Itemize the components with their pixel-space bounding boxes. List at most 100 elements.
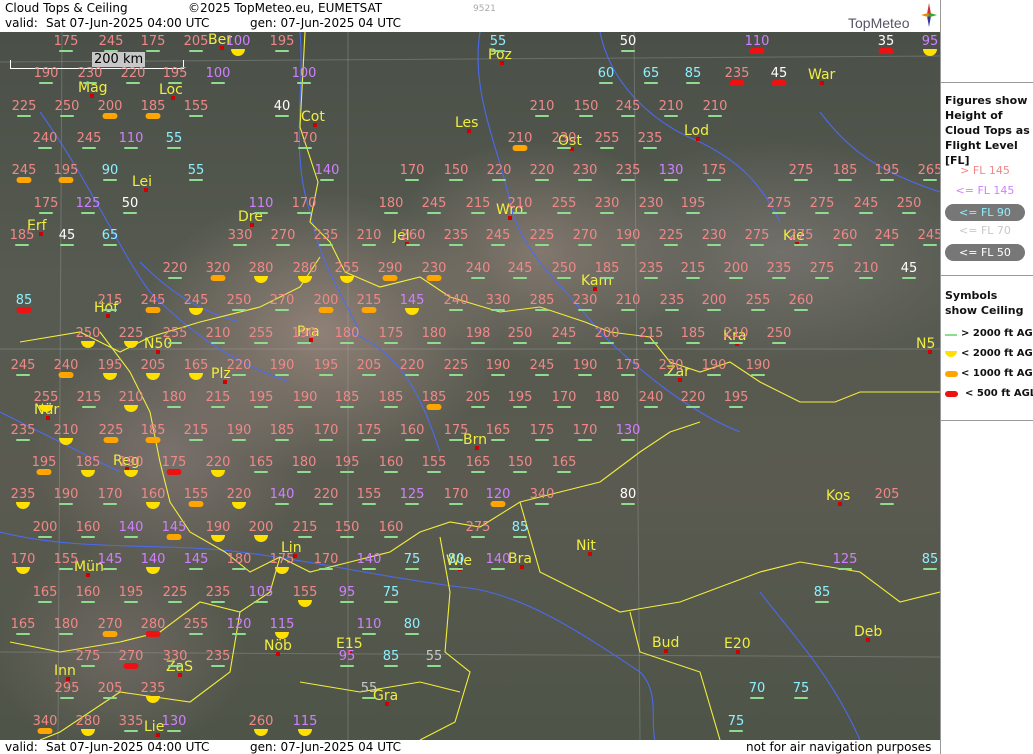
cloud-top-value: 205 (183, 34, 209, 49)
ceiling-high-symbol (405, 374, 419, 376)
ceiling-high-symbol (362, 439, 376, 441)
cloud-top-value: 245 (11, 163, 37, 178)
ceiling-high-symbol (146, 50, 160, 52)
ceiling-high-symbol (686, 212, 700, 214)
ceiling-high-symbol (600, 212, 614, 214)
generated-time: gen: 07-Jun-2025 04 UTC (250, 16, 402, 30)
cloud-top-value: 230 (701, 228, 727, 243)
ceiling-high-symbol (59, 633, 73, 635)
ceiling-high-symbol (535, 503, 549, 505)
cloud-top-value: 175 (356, 423, 382, 438)
cloud-top-value: 250 (75, 326, 101, 341)
cloud-top-value: 245 (140, 293, 166, 308)
city-label: Deb (854, 624, 883, 640)
cloud-top-value: 185 (269, 423, 295, 438)
ceiling-high-symbol (124, 601, 138, 603)
cloud-top-value: 235 (10, 423, 36, 438)
cloud-top-value: 85 (511, 520, 529, 535)
cloud-top-value: 165 (465, 455, 491, 470)
ceiling-high-symbol (167, 147, 181, 149)
cloud-top-value: 100 (205, 66, 231, 81)
cloud-top-value: 165 (485, 423, 511, 438)
ceiling-high-symbol (578, 374, 592, 376)
cloud-top-value: 210 (615, 293, 641, 308)
ceiling-high-symbol (664, 115, 678, 117)
cloud-top-value: 105 (248, 585, 274, 600)
cloud-top-value: 190 (291, 326, 317, 341)
cloud-top-value: 175 (33, 196, 59, 211)
cloud-top-value: 195 (118, 585, 144, 600)
city-label: Les (455, 115, 479, 131)
cloud-top-value: 275 (75, 649, 101, 664)
ceiling-high-symbol (491, 50, 505, 52)
cloud-top-value: 250 (54, 99, 80, 114)
ceiling-high-symbol (384, 536, 398, 538)
cloud-top-value: 245 (485, 228, 511, 243)
ceiling-high-symbol (621, 439, 635, 441)
cloud-top-value: 155 (183, 487, 209, 502)
cloud-top-value: 190 (269, 358, 295, 373)
cloud-top-value: 75 (727, 714, 745, 729)
cloud-top-value: 95 (921, 34, 939, 49)
ceiling-high-symbol (232, 309, 246, 311)
ceiling-high-symbol (275, 439, 289, 441)
tops-legend-item: <= FL 90 (945, 204, 1025, 221)
cloud-top-value: 245 (421, 196, 447, 211)
cloud-top-value: 180 (421, 326, 447, 341)
ceiling-high-symbol (168, 665, 182, 667)
ceiling-legend-label: < 2000 ft AGL (961, 348, 1033, 359)
ceiling-high-symbol (16, 633, 30, 635)
ceiling-high-symbol (621, 374, 635, 376)
cloud-top-value: 210 (205, 326, 231, 341)
ceiling-high-symbol (297, 342, 311, 344)
ceiling-high-symbol (750, 244, 764, 246)
ceiling-high-symbol (189, 115, 203, 117)
cloud-top-value: 190 (33, 66, 59, 81)
ceiling-high-symbol (664, 179, 678, 181)
cloud-top-value: 120 (226, 617, 252, 632)
ceiling-high-symbol (254, 471, 268, 473)
ceiling-high-symbol (59, 50, 73, 52)
ceiling-high-symbol (880, 244, 894, 246)
ceiling-high-symbol (600, 277, 614, 279)
cloud-top-value: 275 (465, 520, 491, 535)
map-area[interactable]: 200 km Ber Poz War Mag Loc Cot Les Lod Ost Lei Dre… (0, 32, 940, 740)
ceiling-high-symbol (621, 179, 635, 181)
ceiling-high-symbol (103, 244, 117, 246)
cloud-top-value: 205 (140, 358, 166, 373)
ceiling-high-symbol (232, 568, 246, 570)
cloud-top-value: 180 (334, 326, 360, 341)
ceiling-high-symbol (815, 212, 829, 214)
brand-name: TopMeteo (848, 15, 910, 31)
ceiling-high-symbol (38, 536, 52, 538)
cloud-top-value: 100 (291, 66, 317, 81)
ceiling-high-symbol (167, 730, 181, 732)
ceiling-high-symbol (600, 342, 614, 344)
cloud-top-value: 85 (921, 552, 939, 567)
cloud-top-value: 45 (900, 261, 918, 276)
ceiling-high-symbol (39, 212, 53, 214)
cloud-top-value: 175 (161, 455, 187, 470)
cloud-top-value: 170 (291, 196, 317, 211)
ceiling-high-symbol (103, 568, 117, 570)
cloud-top-value: 260 (788, 293, 814, 308)
cloud-top-value: 85 (382, 649, 400, 664)
ceiling-legend-label: < 500 ft AGL (965, 388, 1033, 399)
ceiling-high-symbol (189, 633, 203, 635)
cloud-top-value: 155 (53, 552, 79, 567)
ceiling-high-symbol (38, 601, 52, 603)
cloud-top-value: 185 (334, 390, 360, 405)
cloud-top-value: 235 (10, 487, 36, 502)
cloud-top-value: 240 (443, 293, 469, 308)
ceiling-high-symbol (124, 536, 138, 538)
cloud-top-value: 275 (766, 196, 792, 211)
ceiling-high-symbol (471, 536, 485, 538)
ceiling-high-symbol (815, 601, 829, 603)
compass-icon (921, 3, 937, 27)
ceiling-high-symbol (491, 439, 505, 441)
ceiling-high-symbol (81, 601, 95, 603)
ceiling-high-symbol (729, 406, 743, 408)
cloud-top-value: 205 (874, 487, 900, 502)
cloud-top-value: 125 (399, 487, 425, 502)
tops-legend-heading: Figures show Height of Cloud Tops as Fli… (945, 94, 1030, 167)
